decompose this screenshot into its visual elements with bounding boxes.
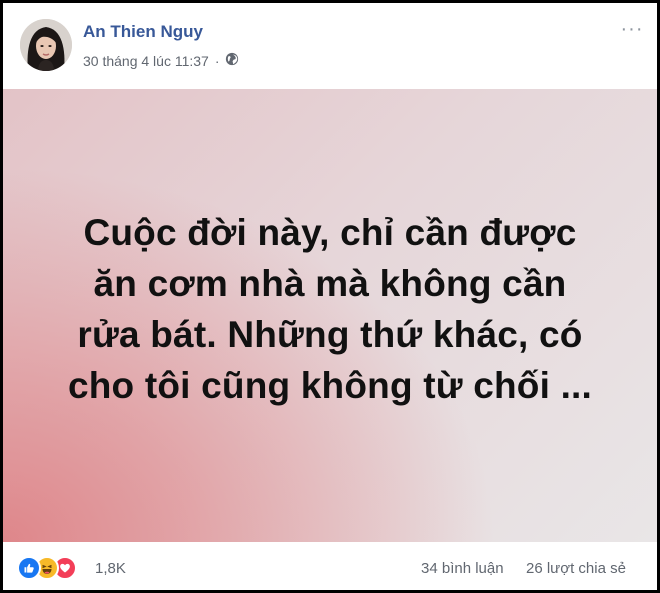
meta-separator: · [214,52,220,69]
post-text-line: cho tôi cũng không từ chối ... [67,365,593,406]
author-name[interactable]: An Thien Nguy [83,22,203,42]
like-icon[interactable] [17,556,41,580]
comment-count-link[interactable]: 34 bình luận [421,560,504,577]
post-meta: 30 tháng 4 lúc 11:37 · [83,52,239,69]
post-footer: 1,8K 34 bình luận 26 lượt chia sẻ [3,542,657,590]
avatar-photo [20,19,72,71]
more-horizontal-icon[interactable]: ··· [621,19,643,39]
post-timestamp[interactable]: 30 tháng 4 lúc 11:37 [83,53,209,69]
reaction-icons[interactable] [17,556,77,580]
post-text-background: Cuộc đời này, chỉ cần được ăn cơm nhà mà… [3,89,657,542]
post-text: Cuộc đời này, chỉ cần được ăn cơm nhà mà… [3,207,657,411]
post-header: An Thien Nguy 30 tháng 4 lúc 11:37 · ··· [3,3,657,89]
post-text-line: Cuộc đời này, chỉ cần được [83,212,577,253]
reaction-count[interactable]: 1,8K [95,560,126,577]
globe-icon[interactable] [225,52,239,69]
share-count-link[interactable]: 26 lượt chia sẻ [526,560,626,577]
avatar[interactable] [20,19,72,71]
post-text-line: rửa bát. Những thứ khác, có [77,314,583,355]
post-card: An Thien Nguy 30 tháng 4 lúc 11:37 · ···… [3,3,657,590]
post-text-line: ăn cơm nhà mà không cần [93,263,567,304]
